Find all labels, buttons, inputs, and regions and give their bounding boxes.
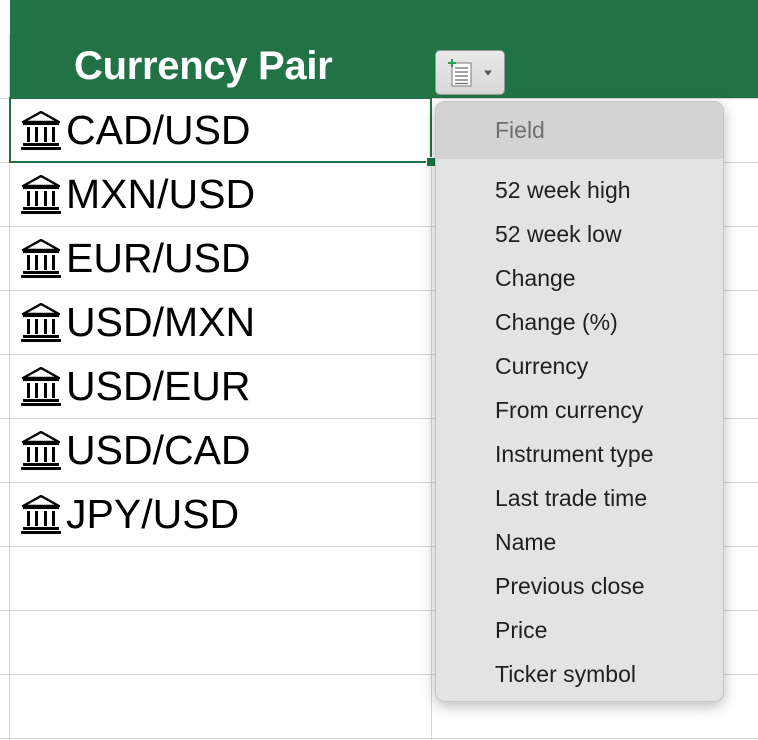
column-header-currency-pair[interactable]: Currency Pair [10,34,430,98]
bank-icon [21,238,61,278]
bank-icon [21,110,61,150]
grid-line [0,738,758,739]
currency-pair-text: USD/EUR [66,362,251,409]
cell-currency-pair[interactable]: EUR/USD [10,226,431,290]
cell-currency-pair[interactable]: JPY/USD [10,482,431,546]
menu-item-previous-close[interactable]: Previous close [436,564,723,608]
menu-item-52-week-low[interactable]: 52 week low [436,212,723,256]
menu-item-change[interactable]: Change [436,256,723,300]
menu-item-name[interactable]: Name [436,520,723,564]
bank-icon [21,494,61,534]
currency-pair-text: USD/CAD [66,426,251,473]
corner-cell [0,0,10,34]
menu-item-currency[interactable]: Currency [436,344,723,388]
bank-icon [21,366,61,406]
currency-pair-text: JPY/USD [66,490,240,537]
menu-item-change-percent[interactable]: Change (%) [436,300,723,344]
cell-currency-pair[interactable]: CAD/USD [10,98,431,162]
bank-icon [21,174,61,214]
menu-item-price[interactable]: Price [436,608,723,652]
chevron-down-icon [484,70,492,75]
menu-item-instrument-type[interactable]: Instrument type [436,432,723,476]
currency-pair-text: EUR/USD [66,234,251,281]
currency-pair-text: USD/MXN [66,298,256,345]
menu-item-from-currency[interactable]: From currency [436,388,723,432]
cell-currency-pair[interactable]: USD/EUR [10,354,431,418]
bank-icon [21,302,61,342]
insert-data-icon [448,58,472,86]
bank-icon [21,430,61,470]
field-dropdown-menu: Field 52 week high 52 week low Change Ch… [435,101,724,702]
menu-item-last-trade-time[interactable]: Last trade time [436,476,723,520]
cell-currency-pair[interactable]: USD/MXN [10,290,431,354]
currency-pair-text: MXN/USD [66,170,256,217]
cell-currency-pair[interactable]: MXN/USD [10,162,431,226]
menu-item-ticker-symbol[interactable]: Ticker symbol [436,652,723,696]
field-list: 52 week high 52 week low Change Change (… [436,168,723,696]
menu-item-52-week-high[interactable]: 52 week high [436,168,723,212]
menu-title-field: Field [436,102,723,159]
currency-pair-text: CAD/USD [66,106,251,153]
row-header-column [0,34,10,740]
cell-currency-pair[interactable]: USD/CAD [10,418,431,482]
insert-data-button[interactable] [435,50,505,95]
